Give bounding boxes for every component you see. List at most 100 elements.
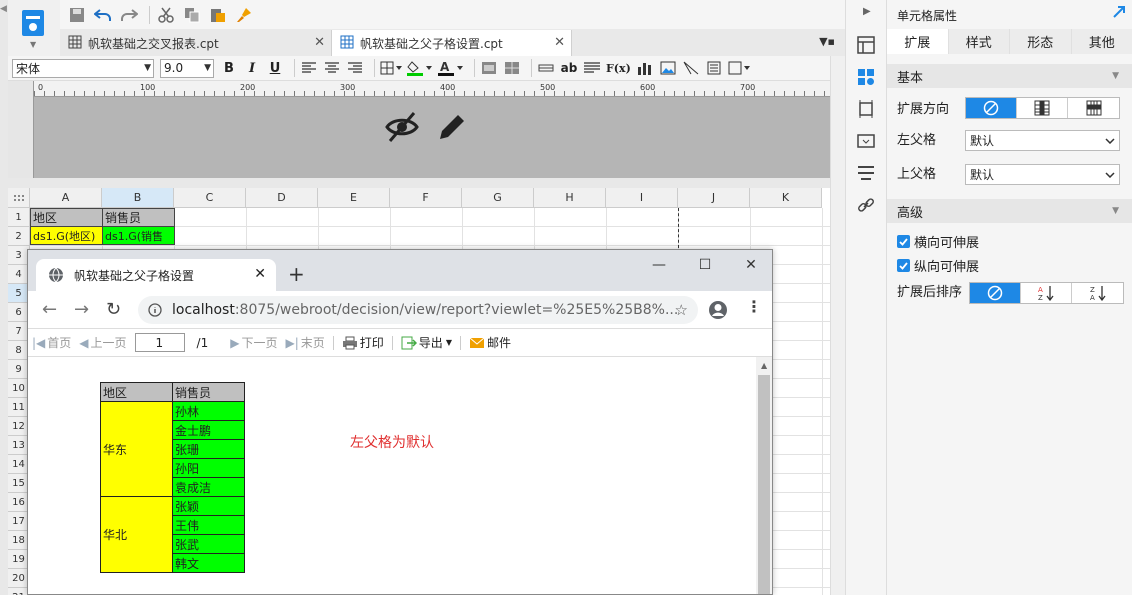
undo-icon[interactable]	[92, 4, 114, 26]
bold-button[interactable]: B	[220, 58, 238, 78]
browser-tab[interactable]: 帆软基础之父子格设置 ✕	[36, 259, 276, 291]
cell-attribute-icon[interactable]	[857, 68, 875, 86]
cell-b2[interactable]: ds1.G(销售	[102, 226, 175, 245]
chart-icon[interactable]	[636, 58, 654, 78]
diagonal-icon[interactable]	[682, 58, 700, 78]
print-button[interactable]: 打印	[342, 334, 384, 351]
account-avatar-icon[interactable]	[708, 300, 728, 320]
file-menu-icon[interactable]	[20, 8, 46, 38]
formula-button[interactable]: F(x)	[606, 58, 631, 78]
first-page-button[interactable]: |◀ 首页	[32, 334, 71, 351]
hyperlink-icon[interactable]	[857, 196, 875, 214]
horizontal-expand-option[interactable]	[1068, 98, 1119, 118]
sheet-vertical-scrollbar[interactable]	[830, 56, 845, 595]
close-icon[interactable]: ✕	[254, 266, 266, 282]
tab-cross-report[interactable]: 帆软基础之交叉报表.cpt ✕	[60, 30, 332, 56]
address-bar[interactable]: localhost:8075/webroot/decision/view/rep…	[138, 296, 698, 324]
save-icon[interactable]	[66, 4, 88, 26]
paragraph-icon[interactable]	[583, 58, 601, 78]
cell-a2[interactable]: ds1.G(地区)	[30, 226, 103, 245]
tab-expand[interactable]: 扩展	[887, 29, 949, 54]
horizontal-expandable-checkbox[interactable]: 横向可伸展	[897, 232, 979, 251]
reload-icon[interactable]: ↻	[106, 299, 121, 320]
page-number-input[interactable]: 1	[134, 333, 185, 352]
copy-icon[interactable]	[181, 4, 203, 26]
left-parent-select[interactable]: 默认	[965, 130, 1120, 151]
redo-icon[interactable]	[118, 4, 140, 26]
more-menu-icon[interactable]: ⋮	[746, 297, 762, 316]
tab-style[interactable]: 样式	[948, 29, 1010, 54]
column-header-h[interactable]: H	[534, 188, 606, 208]
column-header-j[interactable]: J	[678, 188, 750, 208]
design-canvas[interactable]: 0 100 200 300 400 500 600 700	[8, 81, 830, 178]
scroll-up-icon[interactable]: ▲	[761, 361, 767, 370]
merge-cells-icon[interactable]	[480, 58, 498, 78]
column-header-a[interactable]: A	[30, 188, 102, 208]
vertical-expand-option[interactable]	[1017, 98, 1068, 118]
column-header-b[interactable]: B	[102, 188, 174, 208]
info-icon[interactable]	[148, 303, 162, 317]
paste-icon[interactable]	[207, 4, 229, 26]
cut-icon[interactable]	[155, 4, 177, 26]
back-arrow-icon[interactable]: ←	[42, 299, 57, 320]
no-expand-option[interactable]	[966, 98, 1017, 118]
sort-descending-option[interactable]: ZA	[1072, 283, 1123, 303]
maximize-icon[interactable]: ☐	[682, 250, 728, 280]
select-all-corner[interactable]	[8, 188, 30, 208]
collapse-left-icon[interactable]: ◀	[0, 4, 7, 14]
minimize-icon[interactable]: —	[636, 250, 682, 280]
font-family-select[interactable]: 宋体 ▼	[12, 58, 154, 78]
close-window-icon[interactable]: ✕	[728, 250, 772, 280]
close-icon[interactable]: ✕	[554, 35, 565, 50]
sort-ascending-option[interactable]: AZ	[1021, 283, 1072, 303]
collapse-right-icon[interactable]: ▶	[863, 6, 871, 17]
column-header-f[interactable]: F	[390, 188, 462, 208]
column-header-d[interactable]: D	[246, 188, 318, 208]
brush-icon[interactable]	[233, 4, 255, 26]
bookmark-star-icon[interactable]: ☆	[675, 301, 688, 319]
edit-pencil-icon[interactable]	[436, 111, 468, 143]
condition-attribute-icon[interactable]	[857, 164, 875, 182]
top-parent-select[interactable]: 默认	[965, 164, 1120, 185]
split-cells-icon[interactable]	[503, 58, 521, 78]
new-tab-button[interactable]: +	[288, 262, 305, 286]
tab-parent-child[interactable]: 帆软基础之父子格设置.cpt ✕	[332, 30, 572, 56]
tab-other[interactable]: 其他	[1071, 29, 1132, 54]
text-element-button[interactable]: ab	[560, 58, 578, 78]
column-header-g[interactable]: G	[462, 188, 534, 208]
font-color-icon[interactable]: A	[438, 58, 464, 78]
float-element-icon[interactable]	[857, 100, 875, 118]
widget-icon[interactable]	[728, 58, 752, 78]
cell-element-icon[interactable]	[857, 36, 875, 54]
align-right-icon[interactable]	[346, 58, 364, 78]
tab-shape[interactable]: 形态	[1010, 29, 1072, 54]
font-size-select[interactable]: 9.0 ▼	[160, 58, 214, 78]
sub-report-icon[interactable]	[705, 58, 723, 78]
insert-row-icon[interactable]	[537, 58, 555, 78]
align-center-icon[interactable]	[323, 58, 341, 78]
forward-arrow-icon[interactable]: →	[74, 299, 89, 320]
tab-list-icon[interactable]: ▼▪	[819, 35, 835, 48]
next-page-button[interactable]: ▶ 下一页	[230, 334, 277, 351]
last-page-button[interactable]: ▶| 末页	[285, 334, 324, 351]
vertical-expandable-checkbox[interactable]: 纵向可伸展	[897, 256, 979, 275]
export-button[interactable]: 导出 ▼	[401, 334, 452, 351]
cell-a1[interactable]: 地区	[30, 208, 103, 227]
column-header-i[interactable]: I	[606, 188, 678, 208]
row-header-1[interactable]: 1	[8, 208, 30, 227]
browser-scrollbar[interactable]: ▲	[756, 357, 772, 594]
fill-color-icon[interactable]	[407, 58, 433, 78]
align-left-icon[interactable]	[300, 58, 318, 78]
image-icon[interactable]	[659, 58, 677, 78]
border-icon[interactable]	[380, 58, 402, 78]
expand-panel-icon[interactable]	[1112, 5, 1126, 19]
scroll-thumb[interactable]	[758, 375, 770, 594]
prev-page-button[interactable]: ◀ 上一页	[79, 334, 126, 351]
mail-button[interactable]: 邮件	[469, 334, 511, 351]
widget-settings-icon[interactable]	[857, 132, 875, 150]
chevron-down-icon[interactable]: ▼	[30, 40, 36, 49]
row-header-2[interactable]: 2	[8, 227, 30, 246]
no-sort-option[interactable]	[970, 283, 1021, 303]
column-header-k[interactable]: K	[750, 188, 822, 208]
section-advanced[interactable]: 高级 ▼	[887, 199, 1132, 223]
